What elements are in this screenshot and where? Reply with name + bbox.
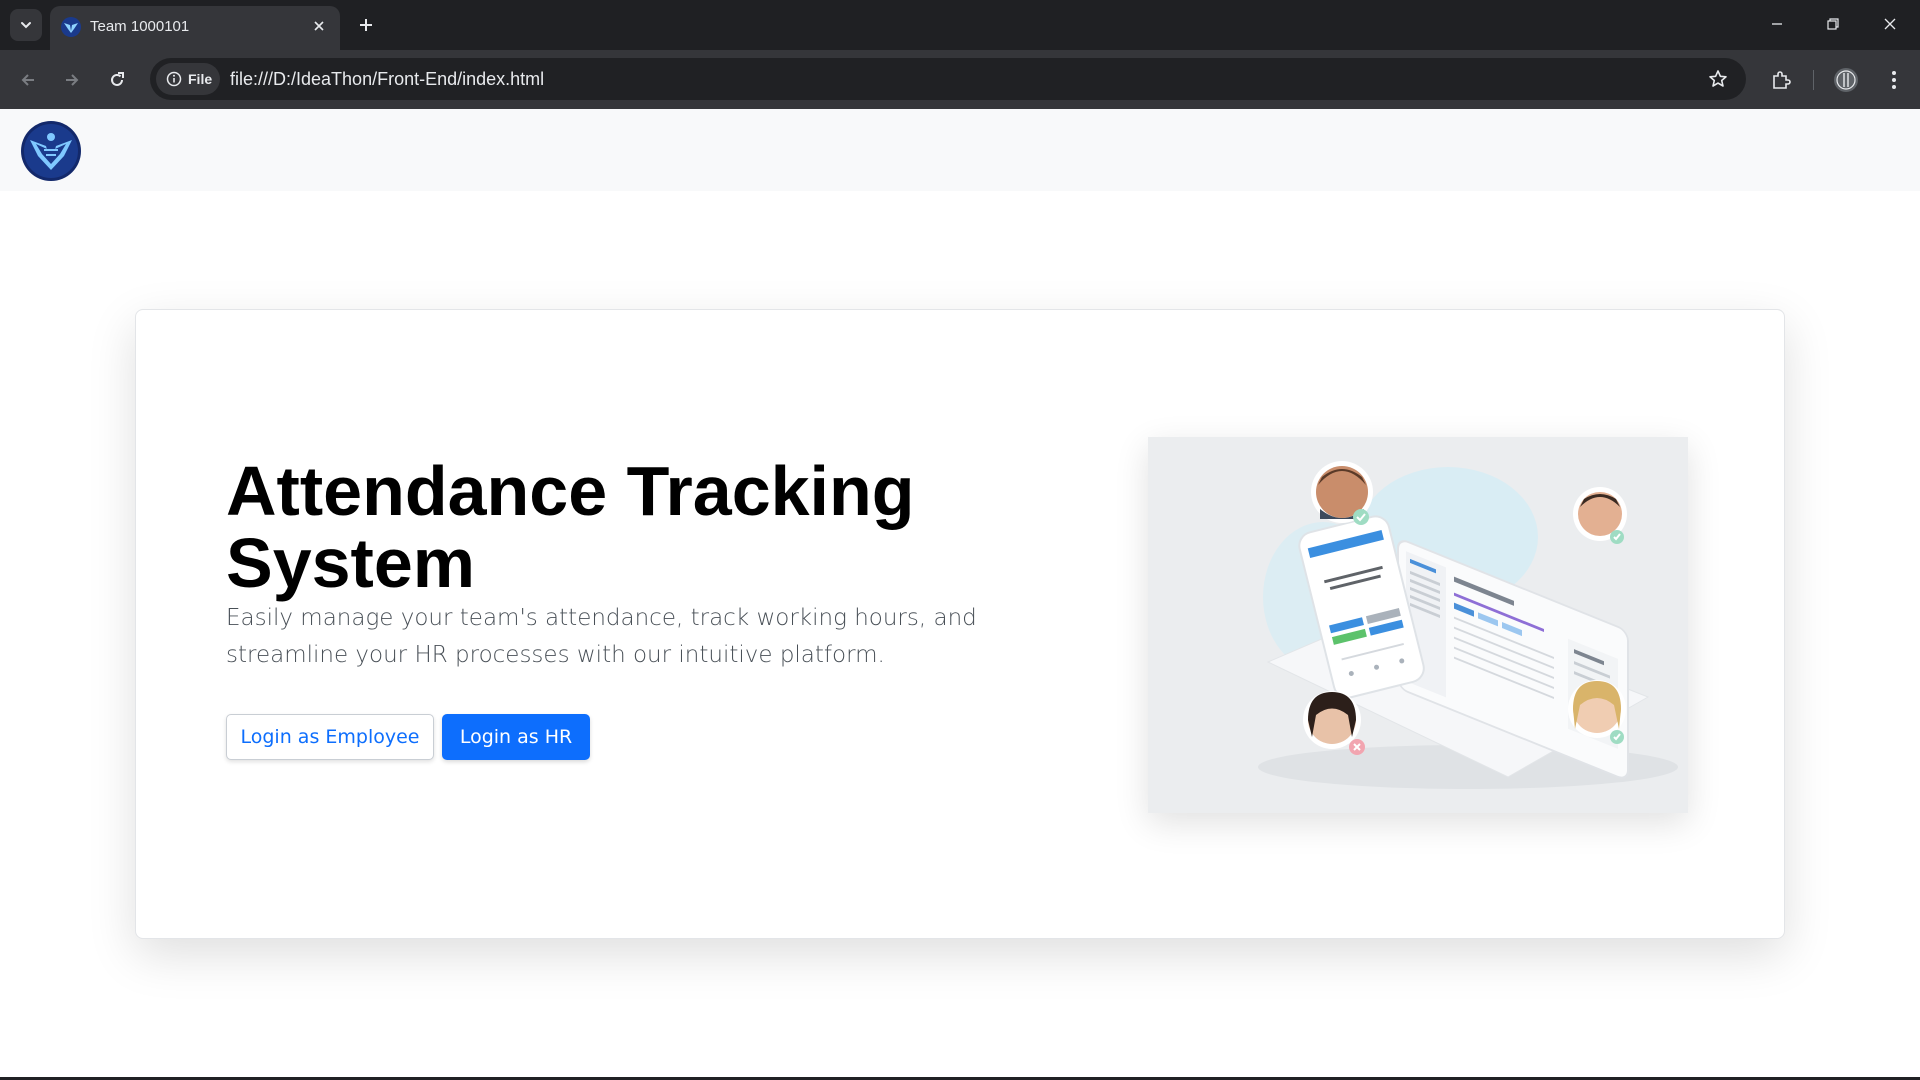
login-hr-button[interactable]: Login as HR	[442, 714, 590, 760]
arrow-right-icon	[66, 74, 79, 86]
extensions-button[interactable]	[1763, 62, 1799, 98]
team-logo-favicon-icon	[61, 17, 81, 37]
forward-button[interactable]	[54, 62, 90, 98]
tab-title: Team 1000101	[90, 18, 190, 35]
profile-avatar-button[interactable]	[1828, 62, 1864, 98]
hero-illustration	[1148, 437, 1688, 813]
new-tab-button[interactable]	[352, 11, 380, 39]
site-navbar	[0, 109, 1920, 191]
attendance-app-illustration	[1148, 437, 1688, 813]
toolbar-divider	[1813, 70, 1814, 90]
minimize-icon	[1772, 23, 1782, 25]
close-icon	[314, 21, 324, 31]
arrow-left-icon	[21, 74, 34, 86]
puzzle-piece-icon	[1773, 71, 1791, 89]
star-icon	[1709, 70, 1727, 87]
page-viewport: Attendance Tracking System Easily manage…	[0, 109, 1920, 1080]
hero-title: Attendance Tracking System	[226, 452, 915, 602]
close-window-button[interactable]	[1870, 7, 1910, 41]
avatar-top-left	[1311, 461, 1373, 525]
restore-window-button[interactable]	[1813, 7, 1853, 41]
close-icon	[1884, 18, 1896, 30]
site-info-chip[interactable]: File	[156, 63, 220, 95]
kebab-menu-icon	[1892, 71, 1896, 89]
restore-icon	[1827, 18, 1839, 30]
profile-avatar-icon	[1834, 68, 1858, 92]
team-logo-icon[interactable]	[20, 120, 82, 182]
reload-button[interactable]	[99, 62, 135, 98]
minimize-window-button[interactable]	[1757, 7, 1797, 41]
browser-tab-bar: Team 1000101	[0, 0, 1920, 50]
info-icon	[166, 71, 182, 87]
back-button[interactable]	[10, 62, 46, 98]
url-text[interactable]: file:///D:/IdeaThon/Front-End/index.html	[230, 69, 544, 90]
chevron-down-icon	[21, 22, 31, 29]
browser-toolbar: File file:///D:/IdeaThon/Front-End/index…	[0, 50, 1920, 109]
plus-icon	[360, 19, 372, 31]
site-chip-label: File	[188, 71, 213, 87]
tab-search-button[interactable]	[10, 9, 42, 41]
hero-subtitle: Easily manage your team's attendance, tr…	[226, 605, 977, 668]
reload-icon	[111, 72, 124, 86]
bookmark-star-button[interactable]	[1706, 67, 1730, 91]
browser-tab-active[interactable]: Team 1000101	[50, 6, 340, 50]
browser-menu-button[interactable]	[1876, 62, 1912, 98]
hero-card: Attendance Tracking System Easily manage…	[135, 309, 1785, 939]
address-bar[interactable]: File file:///D:/IdeaThon/Front-End/index…	[150, 58, 1746, 100]
tab-close-button[interactable]	[308, 15, 330, 37]
login-employee-button[interactable]: Login as Employee	[226, 714, 434, 760]
